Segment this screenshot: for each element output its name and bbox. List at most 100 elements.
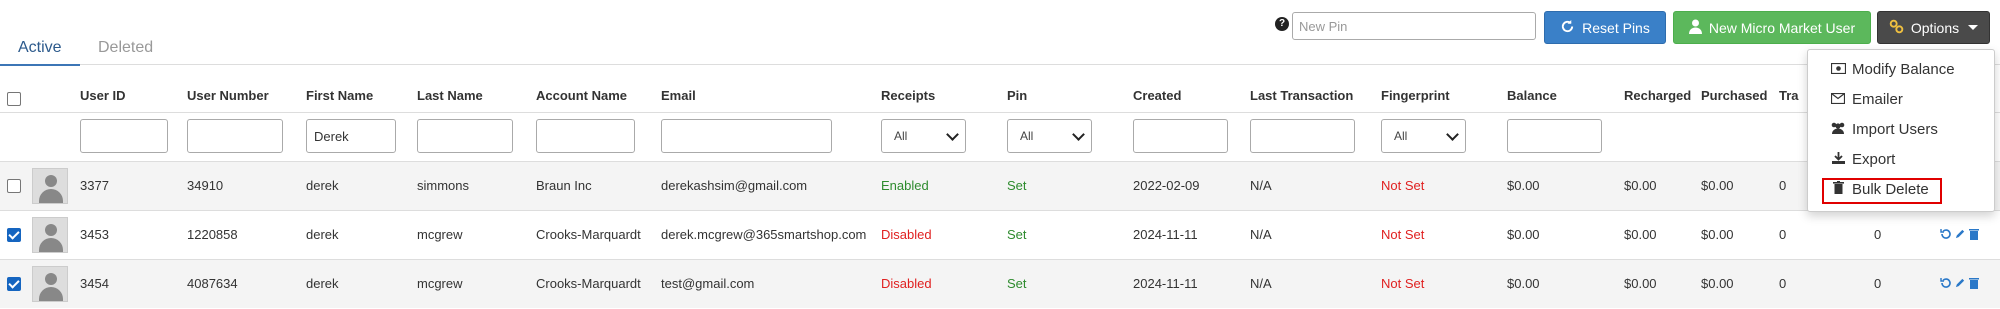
row-actions <box>1940 211 1979 259</box>
options-label: Options <box>1910 19 1960 36</box>
cell-recharged: $0.00 <box>1624 276 1657 291</box>
cell-user-id: 3454 <box>80 276 109 291</box>
cell-extra: 0 <box>1874 276 1882 291</box>
col-pin[interactable]: Pin <box>1007 88 1027 103</box>
tab-deleted[interactable]: Deleted <box>80 38 171 64</box>
col-first-name[interactable]: First Name <box>306 88 373 103</box>
menu-label: Modify Balance <box>1852 61 1955 78</box>
cell-purchased: $0.00 <box>1701 227 1734 242</box>
cell-email: test@gmail.com <box>661 276 755 291</box>
filter-last-name[interactable] <box>417 119 513 153</box>
table-row: 3453 1220858 derek mcgrew Crooks-Marquar… <box>0 211 2000 259</box>
options-button[interactable]: Options <box>1877 11 1990 44</box>
filter-fingerprint-value: All <box>1394 129 1408 143</box>
filter-email[interactable] <box>661 119 832 153</box>
col-receipts[interactable]: Receipts <box>881 88 935 103</box>
bulk-delete-highlight <box>1822 178 1942 204</box>
filter-receipts-select[interactable]: All <box>881 119 966 153</box>
filter-first-name[interactable]: Derek <box>306 119 396 153</box>
cell-pin: Set <box>1007 227 1027 242</box>
row-checkbox[interactable] <box>7 179 21 193</box>
filter-user-id[interactable] <box>80 119 168 153</box>
help-icon[interactable]: ? <box>1275 17 1289 31</box>
cell-last-name: simmons <box>417 178 470 193</box>
reset-pins-button[interactable]: Reset Pins <box>1544 11 1666 44</box>
col-created[interactable]: Created <box>1133 88 1181 103</box>
new-user-label: New Micro Market User <box>1708 19 1856 36</box>
col-account-name[interactable]: Account Name <box>536 88 627 103</box>
filter-user-number[interactable] <box>187 119 283 153</box>
history-icon[interactable] <box>1940 228 1952 243</box>
col-tra[interactable]: Tra <box>1779 88 1799 103</box>
filter-receipts-value: All <box>894 129 908 143</box>
user-icon <box>1688 19 1702 37</box>
row-actions <box>1940 260 1979 308</box>
tab-active[interactable]: Active <box>0 38 80 66</box>
cell-fingerprint: Not Set <box>1381 178 1425 193</box>
col-user-number[interactable]: User Number <box>187 88 269 103</box>
new-pin-input[interactable] <box>1292 12 1536 40</box>
cell-last-name: mcgrew <box>417 276 463 291</box>
cell-email: derekashsim@gmail.com <box>661 178 808 193</box>
filter-pin-value: All <box>1020 129 1034 143</box>
cell-receipts: Disabled <box>881 276 932 291</box>
row-checkbox[interactable] <box>7 228 21 242</box>
table-row: 3377 34910 derek simmons Braun Inc derek… <box>0 162 2000 210</box>
menu-item-modify-balance[interactable]: Modify Balance <box>1830 58 1955 82</box>
avatar <box>32 266 68 302</box>
refresh-icon <box>1560 19 1575 37</box>
envelope-icon <box>1830 88 1846 112</box>
cell-email: derek.mcgrew@365smartshop.com <box>661 227 867 242</box>
menu-label: Export <box>1852 151 1896 168</box>
money-icon <box>1830 58 1846 82</box>
cell-pin: Set <box>1007 178 1027 193</box>
chevron-down-icon <box>946 127 959 141</box>
cell-purchased: $0.00 <box>1701 276 1734 291</box>
history-icon[interactable] <box>1940 277 1952 292</box>
filter-account-name[interactable] <box>536 119 635 153</box>
menu-item-emailer[interactable]: Emailer <box>1830 88 1903 112</box>
filter-fingerprint-select[interactable]: All <box>1381 119 1466 153</box>
col-last-name[interactable]: Last Name <box>417 88 483 103</box>
col-user-id[interactable]: User ID <box>80 88 126 103</box>
select-all-checkbox[interactable] <box>7 92 21 106</box>
col-balance[interactable]: Balance <box>1507 88 1557 103</box>
filter-first-name-value: Derek <box>314 128 349 144</box>
cell-user-number: 34910 <box>187 178 224 193</box>
cell-first-name: derek <box>306 276 339 291</box>
filter-pin-select[interactable]: All <box>1007 119 1092 153</box>
cell-account-name: Crooks-Marquardt <box>536 276 641 291</box>
avatar <box>32 217 68 253</box>
menu-item-import-users[interactable]: Import Users <box>1830 118 1938 142</box>
cell-first-name: derek <box>306 227 339 242</box>
filter-created[interactable] <box>1133 119 1228 153</box>
cell-created: 2024-11-11 <box>1133 276 1198 291</box>
table-row: 3454 4087634 derek mcgrew Crooks-Marquar… <box>0 260 2000 308</box>
menu-label: Emailer <box>1852 91 1903 108</box>
new-micro-market-user-button[interactable]: New Micro Market User <box>1673 11 1871 44</box>
avatar <box>32 168 68 204</box>
filter-balance[interactable] <box>1507 119 1602 153</box>
trash-icon[interactable] <box>1969 277 1979 292</box>
cell-extra: 0 <box>1874 227 1882 242</box>
col-purchased[interactable]: Purchased <box>1701 88 1767 103</box>
cogs-icon <box>1889 19 1904 37</box>
cell-recharged: $0.00 <box>1624 178 1657 193</box>
menu-item-export[interactable]: Export <box>1830 148 1895 172</box>
col-fingerprint[interactable]: Fingerprint <box>1381 88 1450 103</box>
cell-last-transaction: N/A <box>1250 227 1272 242</box>
col-recharged[interactable]: Recharged <box>1624 88 1691 103</box>
filter-last-transaction[interactable] <box>1250 119 1355 153</box>
edit-icon[interactable] <box>1955 228 1966 242</box>
cell-pin: Set <box>1007 276 1027 291</box>
col-email[interactable]: Email <box>661 88 696 103</box>
row-checkbox[interactable] <box>7 277 21 291</box>
cell-user-number: 1220858 <box>187 227 238 242</box>
edit-icon[interactable] <box>1955 277 1966 291</box>
trash-icon[interactable] <box>1969 228 1979 243</box>
col-last-transaction[interactable]: Last Transaction <box>1250 88 1353 103</box>
cell-tra: 0 <box>1779 178 1787 193</box>
cell-user-number: 4087634 <box>187 276 238 291</box>
cell-balance: $0.00 <box>1507 227 1540 242</box>
options-dropdown-menu: Modify Balance Emailer Import Users Expo… <box>1807 49 1995 212</box>
